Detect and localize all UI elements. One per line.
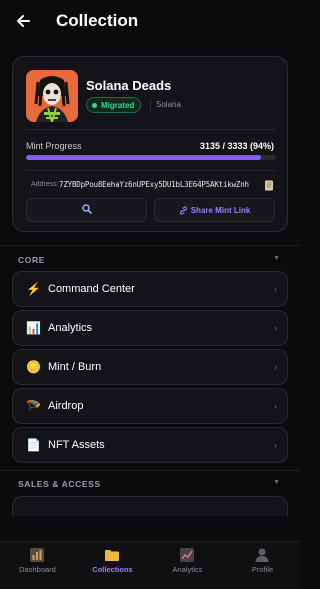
tab-label: Profile [251,565,274,574]
chevron-right-icon: › [274,362,277,372]
bottom-tab-bar: Dashboard Collections Analytics Profile [0,541,300,589]
mint-progress-count: 3135 / 3333 (94%) [199,141,274,151]
divider [150,99,151,112]
mint-progress-label: Mint Progress [26,141,82,151]
lightning-icon: ⚡ [26,282,41,296]
copy-icon[interactable] [263,178,275,191]
mint-progress-bar [26,155,276,160]
profile-icon [254,547,270,563]
chevron-right-icon: › [274,323,277,333]
menu-item-label: Mint / Burn [48,361,102,373]
tab-label: Analytics [172,565,203,574]
back-arrow-icon[interactable] [12,10,34,32]
chevron-right-icon: › [274,284,277,294]
address-value: 7ZYBDpPou8EehaYz6nUPExy5DU1bL3E64P5AKtik… [59,180,249,189]
menu-item-nft-assets[interactable]: 📄 NFT Assets › [12,427,288,463]
menu-item-label: Command Center [48,283,135,295]
chevron-right-icon: › [274,401,277,411]
tab-profile[interactable]: Profile [225,542,300,589]
menu-item-label: Analytics [48,322,93,334]
status-dot-icon [92,102,97,108]
share-mint-link-button[interactable]: Share Mint Link [154,198,275,222]
document-icon: 📄 [26,438,41,452]
status-badge: Migrated [86,97,142,113]
mint-progress-fill [26,155,261,160]
divider [26,170,276,171]
tab-label: Dashboard [19,565,56,574]
page-title: Collection [56,11,139,30]
address-label: Address: [31,181,59,188]
section-title-core: CORE [18,255,45,265]
tab-dashboard[interactable]: Dashboard [0,542,75,589]
dashboard-icon [29,547,45,563]
search-icon [81,201,92,219]
chevron-right-icon: › [274,440,277,450]
menu-item-partial[interactable] [12,496,288,516]
tab-collections[interactable]: Collections [75,542,150,589]
tab-analytics[interactable]: Analytics [150,542,225,589]
section-title-sales-access: SALES & ACCESS [18,479,101,489]
chart-line-icon [179,547,195,563]
menu-item-label: NFT Assets [48,439,105,451]
menu-item-command-center[interactable]: ⚡ Command Center › [12,271,288,307]
status-label: Migrated [101,100,135,110]
collection-thumbnail [26,70,78,122]
menu-item-mint-burn[interactable]: 🪙 Mint / Burn › [12,349,288,385]
parachute-icon: 🪂 [26,399,41,413]
tab-label: Collections [92,565,133,574]
menu-item-analytics[interactable]: 📊 Analytics › [12,310,288,346]
share-mint-link-label: Share Mint Link [190,205,251,215]
link-icon [179,205,187,215]
coin-icon: 🪙 [26,360,41,374]
section-collapse-icon[interactable]: ▼ [273,255,280,262]
menu-item-label: Airdrop [48,400,84,412]
search-button[interactable] [26,198,147,222]
section-collapse-icon[interactable]: ▼ [273,479,280,486]
menu-item-airdrop[interactable]: 🪂 Airdrop › [12,388,288,424]
folder-icon [104,547,120,563]
divider [0,245,300,246]
collection-card: Solana Deads Migrated Solana Mint Progre… [12,56,288,232]
divider [26,129,276,130]
collection-name: Solana Deads [86,78,172,93]
top-bar: Collection [0,0,300,44]
divider [0,470,300,471]
chain-label: Solana [156,100,181,109]
bar-chart-icon: 📊 [26,321,41,335]
